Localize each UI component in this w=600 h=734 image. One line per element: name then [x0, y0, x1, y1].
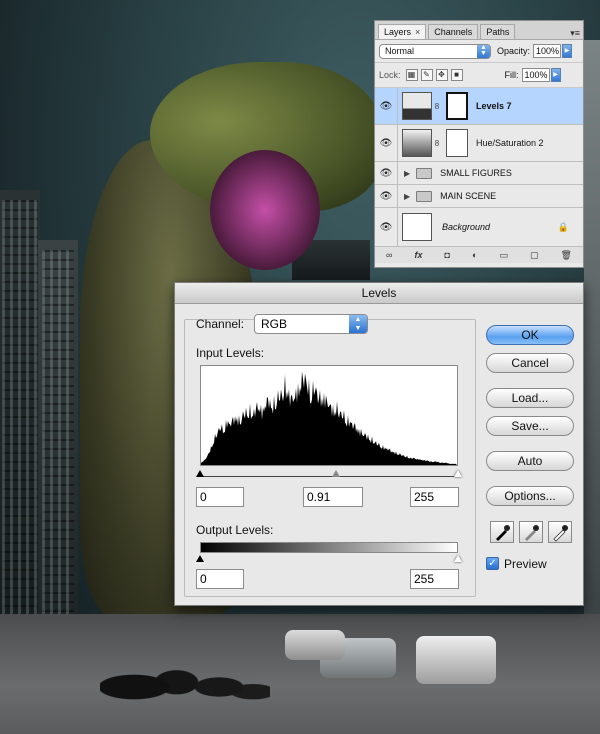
fill-input[interactable]: 100%	[521, 68, 550, 82]
levels-dialog: Levels Channel: RGB ▲ ▼ Input Levels: 0 0.…	[174, 282, 584, 606]
building-far-right	[584, 40, 600, 640]
eye-icon[interactable]: 👁	[375, 162, 398, 184]
expand-triangle-icon[interactable]: ▶	[404, 192, 410, 201]
lock-position-icon[interactable]: ✥	[435, 69, 448, 81]
layer-name: Hue/Saturation 2	[476, 138, 544, 148]
lock-label: Lock:	[379, 70, 401, 80]
input-white-point-handle[interactable]	[454, 470, 462, 477]
layers-panel: Layers × Channels Paths ▾≡ Normal ▲ ▼ Opaci…	[374, 20, 584, 268]
layer-group-main-scene[interactable]: 👁 ▶ MAIN SCENE	[375, 185, 583, 208]
layer-name: Levels 7	[476, 101, 512, 111]
layers-panel-tabs: Layers × Channels Paths ▾≡	[375, 21, 583, 40]
layers-panel-footer: ∞ fx ◘ ◐ ▭ ▢ 🗑	[375, 247, 583, 263]
channel-select[interactable]: RGB ▲ ▼	[254, 314, 368, 334]
blend-row: Normal ▲ ▼ Opacity: 100% ▶	[375, 40, 583, 63]
layer-mask-thumbnail[interactable]	[446, 92, 468, 120]
ok-button[interactable]: OK	[486, 325, 574, 345]
input-gamma-field[interactable]: 0.91	[303, 487, 363, 507]
output-black-point-handle[interactable]	[196, 555, 204, 562]
input-black-point-handle[interactable]	[196, 470, 204, 477]
load-button[interactable]: Load...	[486, 388, 574, 408]
input-black-field[interactable]: 0	[196, 487, 244, 507]
close-icon[interactable]: ×	[415, 27, 420, 37]
fx-icon[interactable]: fx	[414, 250, 422, 260]
histogram-area	[201, 371, 457, 465]
folder-icon[interactable]: ▭	[499, 250, 508, 261]
input-white-field[interactable]: 255	[410, 487, 459, 507]
panel-menu-icon[interactable]: ▾≡	[570, 28, 580, 39]
layer-background[interactable]: 👁 Background 🔒	[375, 208, 583, 247]
lock-icon: 🔒	[557, 221, 569, 232]
link-chain-icon: 8	[434, 138, 440, 148]
eye-icon[interactable]: 👁	[375, 88, 398, 124]
output-levels-label: Output Levels:	[196, 523, 274, 537]
eye-icon[interactable]: 👁	[375, 208, 398, 246]
layer-mask-thumbnail[interactable]	[446, 129, 468, 157]
channel-label: Channel:	[196, 317, 245, 331]
expand-triangle-icon[interactable]: ▶	[404, 169, 410, 178]
lock-all-icon[interactable]: ■	[450, 69, 463, 81]
black-eyedropper-icon[interactable]	[490, 521, 514, 543]
fill-label: Fill:	[504, 70, 519, 80]
layer-levels-7[interactable]: 👁 8 Levels 7	[375, 88, 583, 125]
preview-checkbox[interactable]: ✓	[486, 557, 499, 570]
gray-eyedropper-icon[interactable]	[519, 521, 543, 543]
output-white-field[interactable]: 255	[410, 569, 459, 589]
input-gamma-handle[interactable]	[332, 470, 340, 477]
layer-name: MAIN SCENE	[440, 191, 497, 201]
fill-slider-arrow-icon[interactable]: ▶	[550, 68, 561, 82]
building-left-2-windows	[42, 250, 74, 620]
cancel-button[interactable]: Cancel	[486, 353, 574, 373]
input-slider-rail	[200, 476, 458, 477]
options-button[interactable]: Options...	[486, 486, 574, 506]
histogram-graph	[201, 371, 457, 465]
tab-layers[interactable]: Layers ×	[378, 24, 427, 39]
levels-adjustment-thumbnail	[402, 92, 432, 120]
layer-name: SMALL FIGURES	[440, 168, 512, 178]
updown-arrows-icon: ▲ ▼	[477, 44, 490, 58]
tab-paths[interactable]: Paths	[480, 24, 516, 39]
save-button[interactable]: Save...	[486, 416, 574, 436]
tab-channels[interactable]: Channels	[428, 24, 479, 39]
histogram	[200, 365, 458, 466]
lock-row: Lock: ▦ ✎ ✥ ■ Fill: 100% ▶	[375, 63, 583, 88]
mask-icon[interactable]: ◘	[445, 250, 450, 260]
building-left-windows	[2, 200, 38, 620]
white-eyedropper-icon[interactable]	[548, 521, 572, 543]
preview-label: Preview	[504, 557, 547, 571]
input-levels-label: Input Levels:	[196, 346, 265, 360]
hue-saturation-thumbnail	[402, 129, 432, 157]
output-white-point-handle[interactable]	[454, 555, 462, 562]
lock-transparent-icon[interactable]: ▦	[405, 69, 418, 81]
lock-pixels-icon[interactable]: ✎	[420, 69, 433, 81]
layer-group-small-figures[interactable]: 👁 ▶ SMALL FIGURES	[375, 162, 583, 185]
layer-name: Background	[442, 222, 491, 232]
output-black-field[interactable]: 0	[196, 569, 244, 589]
car-2	[416, 636, 496, 684]
opacity-input[interactable]: 100%	[533, 44, 562, 58]
dinosaur-mouth	[210, 150, 320, 270]
running-people	[100, 640, 270, 734]
car-3	[285, 630, 345, 660]
trash-icon[interactable]: 🗑	[561, 250, 572, 261]
dialog-title: Levels	[175, 283, 583, 304]
folder-icon	[416, 167, 433, 179]
adjustment-icon[interactable]: ◐	[472, 250, 477, 260]
folder-icon	[416, 190, 433, 202]
eye-icon[interactable]: 👁	[375, 185, 398, 207]
opacity-slider-arrow-icon[interactable]: ▶	[562, 44, 573, 58]
new-layer-icon[interactable]: ▢	[530, 250, 539, 261]
opacity-label: Opacity:	[497, 46, 531, 56]
link-icon[interactable]: ∞	[386, 250, 392, 260]
link-chain-icon: 8	[434, 101, 440, 111]
output-gradient-bar	[200, 542, 458, 553]
background-thumbnail	[402, 213, 432, 241]
layer-hue-saturation-2[interactable]: 👁 8 Hue/Saturation 2	[375, 125, 583, 162]
eye-icon[interactable]: 👁	[375, 125, 398, 161]
blend-mode-select[interactable]: Normal ▲ ▼	[379, 43, 491, 59]
auto-button[interactable]: Auto	[486, 451, 574, 471]
updown-arrows-icon: ▲ ▼	[349, 315, 367, 333]
